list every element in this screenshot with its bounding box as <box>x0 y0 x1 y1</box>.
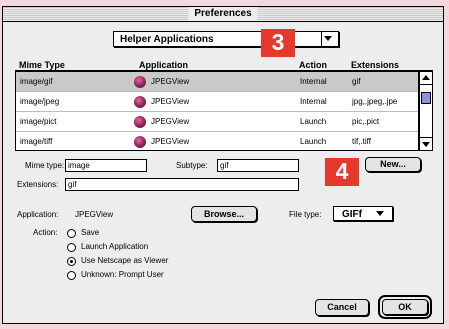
application-value: JPEGView <box>75 210 114 219</box>
scroll-up-arrow-icon[interactable] <box>422 75 430 80</box>
window-title: Preferences <box>188 7 258 21</box>
mime-type-field[interactable]: image <box>65 159 147 172</box>
jpegview-app-icon <box>134 96 146 108</box>
table-row[interactable]: image/jpeg JPEGView Internal jpg,.jpeg,.… <box>16 92 418 112</box>
cell-action: Internal <box>300 77 327 86</box>
action-label: Action: <box>33 228 58 237</box>
preferences-window: Preferences Helper Applications 3 Mime T… <box>2 6 444 324</box>
extensions-field[interactable]: gif <box>65 178 299 191</box>
extensions-label: Extensions: <box>17 180 59 189</box>
scroll-thumb[interactable] <box>421 92 431 104</box>
popup-divider <box>321 32 322 46</box>
ok-button[interactable]: OK <box>382 299 428 315</box>
cell-action: Launch <box>300 137 327 146</box>
cell-mime: image/tiff <box>20 137 53 146</box>
radio-launch-application-label[interactable]: Launch Application <box>81 241 148 253</box>
subtype-label: Subtype: <box>176 161 208 170</box>
cell-action: Launch <box>300 117 327 126</box>
col-header-application[interactable]: Application <box>139 60 188 70</box>
application-label: Application: <box>17 210 59 219</box>
table-row[interactable]: image/pict JPEGView Launch pic,.pict <box>16 112 418 132</box>
cell-application: JPEGView <box>151 137 190 146</box>
cell-extensions: jpg,.jpeg,.jpe <box>352 97 398 106</box>
table-row[interactable]: image/gif JPEGView Internal gif <box>16 72 418 92</box>
chevron-down-icon <box>376 211 384 216</box>
radio-unknown-prompt-user-label[interactable]: Unknown: Prompt User <box>81 269 164 281</box>
jpegview-app-icon <box>134 116 146 128</box>
scroll-divider <box>420 84 432 85</box>
scroll-divider <box>420 137 432 138</box>
cell-extensions: pic,.pict <box>352 117 380 126</box>
file-type-value: GIFf <box>342 209 362 220</box>
radio-use-netscape-viewer-label[interactable]: Use Netscape as Viewer <box>81 255 168 267</box>
jpegview-app-icon <box>134 76 146 88</box>
title-bar[interactable]: Preferences <box>3 7 443 22</box>
cell-application: JPEGView <box>151 97 190 106</box>
radio-save-label[interactable]: Save <box>81 227 99 239</box>
file-type-popup[interactable]: GIFf <box>333 206 393 221</box>
radio-use-netscape-viewer[interactable] <box>67 257 76 266</box>
col-header-extensions[interactable]: Extensions <box>351 60 399 70</box>
new-button[interactable]: New... <box>365 157 421 172</box>
browse-button[interactable]: Browse... <box>191 206 257 222</box>
category-popup-label: Helper Applications <box>120 34 214 45</box>
cell-mime: image/jpeg <box>20 97 60 106</box>
cell-mime: image/gif <box>20 77 53 86</box>
radio-save[interactable] <box>67 229 76 238</box>
radio-unknown-prompt-user[interactable] <box>67 271 76 280</box>
subtype-field[interactable]: gif <box>217 159 299 172</box>
cell-application: JPEGView <box>151 117 190 126</box>
col-header-mime-type[interactable]: Mime Type <box>19 60 65 70</box>
cell-mime: image/pict <box>20 117 57 126</box>
mime-type-label: Mime type: <box>25 161 65 170</box>
cancel-button[interactable]: Cancel <box>315 299 369 316</box>
cell-extensions: gif <box>352 77 361 86</box>
chevron-down-icon <box>324 36 332 41</box>
jpegview-app-icon <box>134 136 146 148</box>
helper-apps-table: image/gif JPEGView Internal gif image/jp… <box>15 71 419 151</box>
step-badge-4: 4 <box>325 158 359 186</box>
cell-extensions: tif,.tiff <box>352 137 371 146</box>
scroll-down-arrow-icon[interactable] <box>422 142 430 147</box>
category-popup[interactable]: Helper Applications <box>113 31 339 47</box>
cell-action: Internal <box>300 97 327 106</box>
table-scrollbar[interactable] <box>419 71 433 151</box>
col-header-action[interactable]: Action <box>299 60 327 70</box>
step-badge-3: 3 <box>261 29 295 57</box>
radio-launch-application[interactable] <box>67 243 76 252</box>
cell-application: JPEGView <box>151 77 190 86</box>
table-row[interactable]: image/tiff JPEGView Launch tif,.tiff <box>16 132 418 150</box>
file-type-label: File type: <box>289 210 322 219</box>
